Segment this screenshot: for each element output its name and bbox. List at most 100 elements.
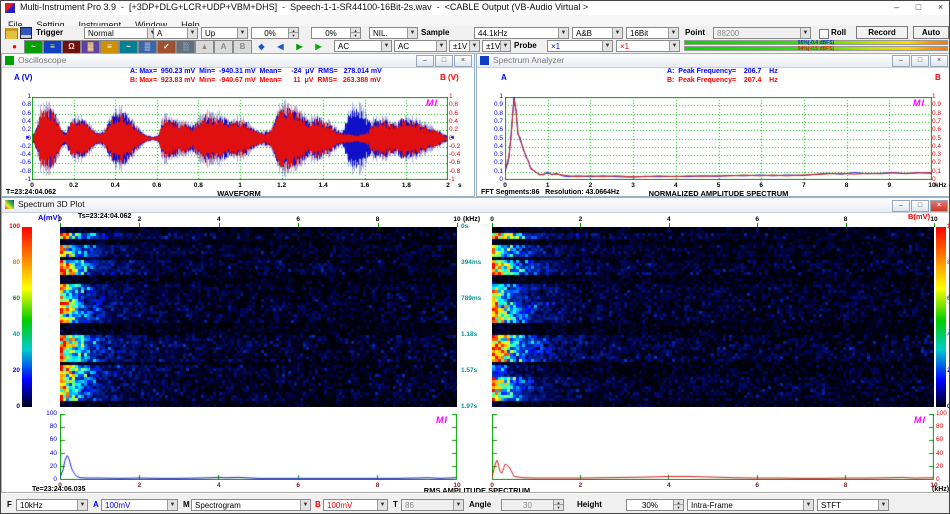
range-a-select[interactable]: ±1V ▼: [449, 40, 480, 52]
panel-restore-icon[interactable]: □: [911, 55, 929, 67]
coupling-a-select[interactable]: AC ▼: [334, 40, 392, 52]
coupling-b-select[interactable]: AC ▼: [394, 40, 447, 52]
panel-close-icon[interactable]: ×: [930, 200, 948, 212]
input-device-icon[interactable]: ◆: [252, 40, 271, 54]
axis-b-label: B (V): [440, 73, 459, 82]
trigger-delay-spinner-value: 0%: [325, 29, 337, 38]
panel-minimize-icon[interactable]: –: [416, 55, 434, 67]
panel-close-icon[interactable]: ×: [930, 55, 948, 67]
frame-mode-select[interactable]: Intra-Frame ▼: [687, 499, 814, 511]
trigger-mode-select[interactable]: Normal▼: [84, 27, 158, 39]
run-icon[interactable]: ▶: [290, 40, 309, 54]
sampling-rate-select[interactable]: 44.1kHz ▼: [474, 27, 569, 39]
panel-restore-icon[interactable]: □: [911, 200, 929, 212]
roll-checkbox[interactable]: [819, 29, 829, 39]
data-logger-icon[interactable]: ≡: [100, 40, 119, 54]
chevron-down-icon[interactable]: ▼: [500, 41, 510, 51]
chevron-down-icon[interactable]: ▼: [803, 500, 813, 510]
chevron-down-icon[interactable]: ▼: [602, 41, 612, 51]
chevron-down-icon[interactable]: ▼: [237, 28, 247, 38]
chevron-down-icon[interactable]: ▼: [558, 28, 568, 38]
oscilloscope-icon[interactable]: ~: [24, 40, 43, 54]
chevron-down-icon[interactable]: ▼: [436, 41, 446, 51]
panel-restore-icon[interactable]: □: [435, 55, 453, 67]
display-mode-select[interactable]: Spectrogram ▼: [191, 499, 311, 511]
trigger-edge-select[interactable]: Up ▼: [201, 27, 248, 39]
panel-close-icon[interactable]: ×: [454, 55, 472, 67]
axis-tick-mark: [139, 223, 141, 227]
axis-tick-label: 0.2: [69, 182, 79, 189]
signal-generator-icon[interactable]: ~: [119, 40, 138, 54]
spinner-down-icon[interactable]: ▼: [350, 32, 360, 38]
level-meter-b-text: 94%(-0.5 dBFS): [797, 46, 835, 52]
spectrum-3d-plot-icon[interactable]: ▓: [81, 40, 100, 54]
probe-b-select[interactable]: ×1 ▼: [616, 40, 680, 52]
chevron-down-icon[interactable]: ▼: [381, 41, 391, 51]
record-icon[interactable]: ●: [5, 40, 24, 54]
range-a-display-select[interactable]: 100mV ▼: [101, 499, 178, 511]
range-b-select[interactable]: ±1V ▼: [482, 40, 511, 52]
spectrum-analyzer-panel-icon: [480, 56, 489, 65]
height-spinner[interactable]: 30% ▲ ▼: [626, 499, 684, 511]
vibrometer-icon[interactable]: ░: [176, 40, 195, 54]
axis-tick-label: 2: [578, 216, 583, 223]
output-device-icon[interactable]: ◀: [271, 40, 290, 54]
spectrum-3d-plot-titlebar[interactable]: Spectrum 3D Plot – □ ×: [2, 198, 949, 213]
point-label: Point: [685, 28, 705, 37]
chevron-down-icon[interactable]: ▼: [300, 500, 310, 510]
window-maximize-button[interactable]: □: [908, 1, 929, 14]
derived-data-icon[interactable]: ▒: [138, 40, 157, 54]
angle-spinner[interactable]: 30 ▲ ▼: [501, 499, 564, 511]
axis-tick-mark: [492, 223, 493, 227]
chevron-down-icon[interactable]: ▼: [187, 28, 197, 38]
window-close-button[interactable]: ×: [930, 1, 949, 14]
chevron-down-icon[interactable]: ▼: [377, 500, 387, 510]
method-select[interactable]: STFT ▼: [817, 499, 889, 511]
chevron-down-icon[interactable]: ▼: [167, 500, 177, 510]
sampling-points-select[interactable]: 88200 ▼: [713, 27, 811, 39]
frame-count-select[interactable]: 86 ▼: [401, 499, 464, 511]
frequency-range-select[interactable]: 10kHz ▼: [16, 499, 88, 511]
chevron-down-icon[interactable]: ▼: [407, 28, 417, 38]
panel-minimize-icon[interactable]: –: [892, 200, 910, 212]
multimeter-icon[interactable]: Ω: [62, 40, 81, 54]
chevron-down-icon[interactable]: ▼: [800, 28, 810, 38]
panel-minimize-icon[interactable]: –: [892, 55, 910, 67]
oscilloscope-titlebar[interactable]: Oscilloscope – □ ×: [2, 54, 474, 68]
device-test-plan-icon[interactable]: ✓: [157, 40, 176, 54]
window-titlebar[interactable]: Multi-Instrument Pro 3.9 - [+3DP+DLG+LCR…: [1, 1, 949, 16]
spinner-down-icon[interactable]: ▼: [553, 504, 563, 510]
chevron-down-icon[interactable]: ▼: [669, 41, 679, 51]
axis-tick-label: 20: [49, 462, 57, 470]
chevron-down-icon[interactable]: ▼: [469, 41, 479, 51]
b-label: B: [315, 500, 321, 509]
probe-a-select[interactable]: ×1 ▼: [547, 40, 613, 52]
auto-button[interactable]: Auto: [913, 26, 949, 39]
trigger-level-spinner[interactable]: 0% ▲ ▼: [251, 27, 299, 39]
axis-tick-label: 0.8: [21, 101, 31, 109]
axis-tick-mark: [60, 223, 61, 227]
axis-tick-label: 0.5: [932, 134, 942, 142]
spectrum-analyzer-icon[interactable]: ≡: [43, 40, 62, 54]
coupling-b-select-value: AC: [398, 42, 410, 51]
spectrum-analyzer-titlebar[interactable]: Spectrum Analyzer – □ ×: [477, 54, 949, 68]
sampling-channels-select[interactable]: A&B ▼: [572, 27, 623, 39]
loop-run-icon[interactable]: ▶: [309, 40, 328, 54]
trigger-source-select[interactable]: A ▼: [153, 27, 198, 39]
axis-tick-mark: [845, 223, 847, 227]
axis-tick-label: 0.7: [493, 117, 503, 125]
bit-depth-select[interactable]: 16Bit ▼: [626, 27, 679, 39]
chevron-down-icon[interactable]: ▼: [612, 28, 622, 38]
spinner-down-icon[interactable]: ▼: [288, 32, 298, 38]
trigger-delay-spinner[interactable]: 0% ▲ ▼: [311, 27, 361, 39]
spinner-down-icon[interactable]: ▼: [673, 504, 683, 510]
window-minimize-button[interactable]: –: [886, 1, 907, 14]
chevron-down-icon[interactable]: ▼: [77, 500, 87, 510]
record-button[interactable]: Record: [856, 26, 908, 39]
chevron-down-icon[interactable]: ▼: [878, 500, 888, 510]
chevron-down-icon[interactable]: ▼: [668, 28, 678, 38]
peak-frequency-a: A: Peak Frequency= 206.7 Hz: [667, 68, 778, 75]
range-b-display-select[interactable]: 100mV ▼: [323, 499, 388, 511]
trigger-hpf-select[interactable]: NIL. ▼: [369, 27, 418, 39]
chevron-down-icon[interactable]: ▼: [453, 500, 463, 510]
